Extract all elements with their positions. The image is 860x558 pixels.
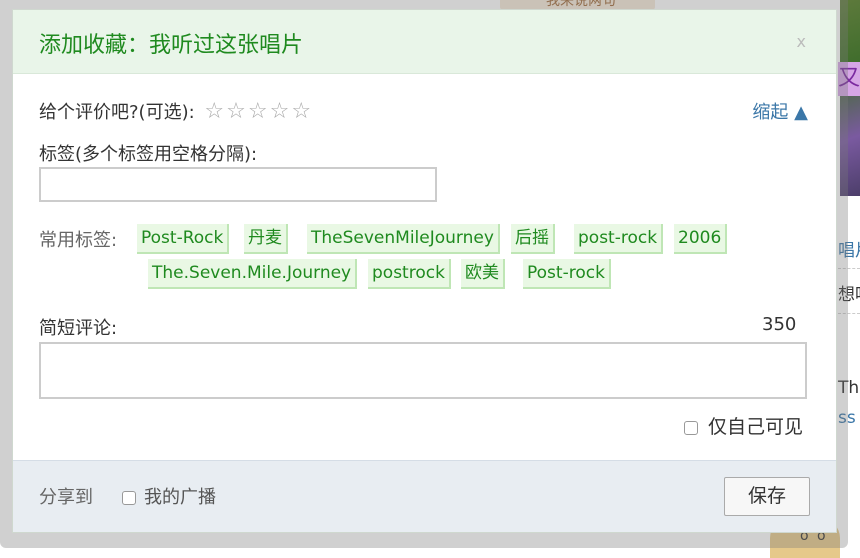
star-icon[interactable]: ☆: [204, 99, 224, 124]
tag-item[interactable]: 后摇: [511, 224, 555, 254]
common-tags-label: 常用标签:: [39, 230, 118, 251]
tag-item[interactable]: postrock: [368, 259, 451, 289]
tags-input[interactable]: [39, 167, 437, 202]
star-icon[interactable]: ☆: [270, 99, 290, 124]
private-option: 仅自己可见: [684, 412, 803, 439]
tag-item[interactable]: Post-Rock: [137, 224, 230, 254]
private-checkbox[interactable]: [684, 420, 698, 435]
comment-textarea[interactable]: [39, 342, 807, 399]
rating-stars: ☆☆☆☆☆: [204, 99, 313, 124]
broadcast-option: 我的广播: [122, 483, 216, 509]
dialog-title: 添加收藏：我听过这张唱片: [39, 33, 304, 58]
share-label: 分享到: [39, 487, 93, 508]
tag-item[interactable]: post-rock: [574, 224, 664, 254]
add-collection-dialog: 添加收藏：我听过这张唱片 x 给个评价吧?(可选): ☆☆☆☆☆ 缩起 ▲ 标签…: [12, 9, 837, 533]
comment-label: 简短评论:: [39, 318, 118, 339]
star-icon[interactable]: ☆: [248, 99, 268, 124]
char-count: 350: [762, 314, 797, 335]
save-button[interactable]: 保存: [724, 477, 810, 516]
broadcast-checkbox[interactable]: [122, 491, 136, 505]
collapse-link[interactable]: 缩起 ▲: [752, 98, 808, 124]
private-label: 仅自己可见: [708, 416, 804, 438]
tag-item[interactable]: The.Seven.Mile.Journey: [148, 259, 358, 289]
star-icon[interactable]: ☆: [226, 99, 246, 124]
rating-label: 给个评价吧?(可选):: [39, 102, 195, 123]
tag-item[interactable]: 2006: [674, 224, 728, 254]
dialog-header: 添加收藏：我听过这张唱片 x: [13, 10, 836, 74]
rating-row: 给个评价吧?(可选): ☆☆☆☆☆: [39, 98, 313, 124]
tag-item[interactable]: 丹麦: [244, 224, 288, 254]
tag-item[interactable]: Post-rock: [523, 259, 611, 289]
tag-item[interactable]: TheSevenMileJourney: [307, 224, 500, 254]
close-button[interactable]: x: [797, 32, 806, 51]
tag-item[interactable]: 欧美: [461, 259, 505, 289]
broadcast-label: 我的广播: [144, 487, 216, 508]
dialog-footer: 分享到 我的广播 保存: [13, 460, 836, 532]
tags-label: 标签(多个标签用空格分隔):: [39, 144, 258, 165]
star-icon[interactable]: ☆: [291, 99, 311, 124]
